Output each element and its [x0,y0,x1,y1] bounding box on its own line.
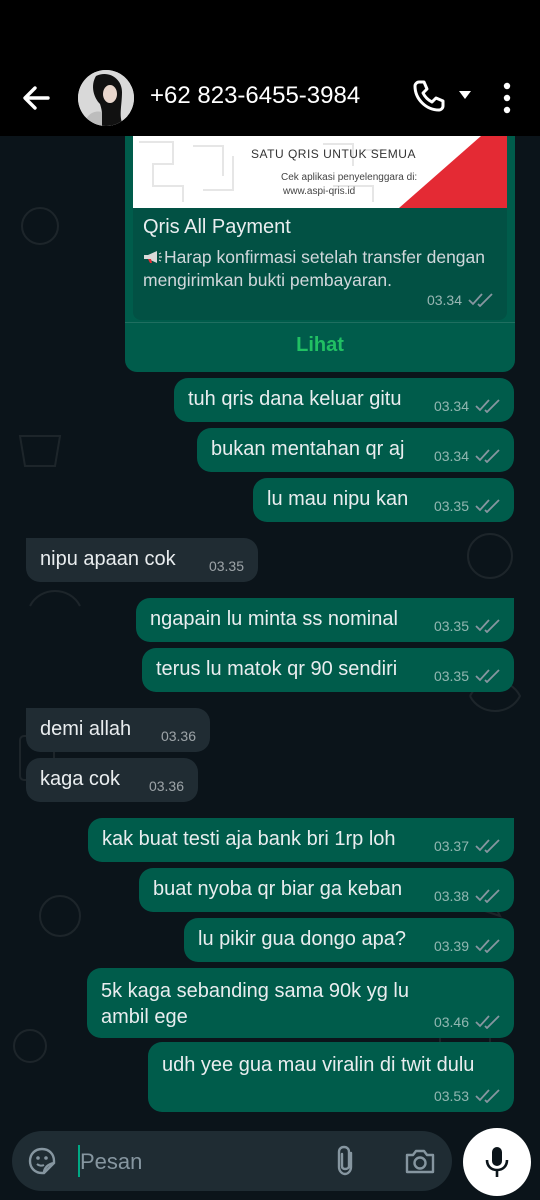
message-text: kak buat testi aja bank bri 1rp loh [102,828,396,850]
message-time: 03.34 [433,398,469,414]
voice-message-button[interactable] [463,1128,531,1196]
card-description-text: Harap konfirmasi setelah transfer dengan… [143,247,486,290]
message-time: 03.36 [160,728,196,744]
double-check-icon [475,939,500,953]
chat-header: +62 823-6455-3984 [0,60,540,136]
message-time: 03.36 [148,778,184,794]
message-meta: 03.46 [434,1014,500,1030]
message-bubble[interactable]: demi allah 03.36 [26,708,210,752]
card-description: Harap konfirmasi setelah transfer dengan… [143,246,499,292]
message-text: bukan mentahan qr aj [211,438,405,460]
link-preview[interactable]: SATU QRIS UNTUK SEMUA Cek aplikasi penye… [133,136,507,320]
view-link-button[interactable]: Lihat [125,334,515,357]
message-time: 03.35 [208,558,244,574]
message-time: 03.39 [433,938,469,954]
message-meta: 03.35 [434,498,500,514]
phone-call-icon[interactable] [412,79,446,113]
message-bubble[interactable]: udh yee gua mau viralin di twit dulu 03.… [148,1042,514,1112]
banner-red-shape [399,136,507,208]
message-text: lu mau nipu kan [267,488,409,510]
message-bubble[interactable]: bukan mentahan qr aj 03.34 [197,428,514,472]
chat-area[interactable]: SATU QRIS UNTUK SEMUA Cek aplikasi penye… [0,136,540,1126]
microphone-icon [485,1147,509,1177]
message-bubble[interactable]: 5k kaga sebanding sama 90k yg lu ambil e… [87,968,514,1038]
message-meta: 03.35 [209,558,244,574]
banner-line-2: www.aspi-qris.id [283,186,356,197]
chevron-down-icon[interactable] [458,90,472,100]
message-meta: 03.36 [161,728,196,744]
message-time: 03.34 [426,292,462,308]
double-check-icon [475,669,500,683]
message-time: 03.46 [433,1014,469,1030]
sticker-icon[interactable] [28,1147,56,1175]
qris-payment-card: SATU QRIS UNTUK SEMUA Cek aplikasi penye… [125,136,515,372]
message-bubble[interactable]: terus lu matok qr 90 sendiri 03.35 [142,648,514,692]
status-bar [0,0,540,60]
card-title: Qris All Payment [143,216,291,238]
divider [125,322,515,323]
message-meta: 03.39 [434,938,500,954]
qris-banner-image: SATU QRIS UNTUK SEMUA Cek aplikasi penye… [133,136,507,208]
double-check-icon [475,619,500,633]
double-check-icon [475,1089,500,1103]
message-time: 03.35 [433,668,469,684]
paperclip-icon[interactable] [334,1145,358,1177]
message-text: ngapain lu minta ss nominal [150,608,398,630]
input-placeholder: Pesan [80,1149,143,1174]
message-text: terus lu matok qr 90 sendiri [156,658,398,680]
message-bubble[interactable]: buat nyoba qr biar ga keban 03.38 [139,868,514,912]
message-text: lu pikir gua dongo apa? [198,928,406,950]
message-bubble[interactable]: ngapain lu minta ss nominal 03.35 [136,598,514,642]
message-text: tuh qris dana keluar gitu [188,388,402,410]
message-time: 03.35 [433,498,469,514]
message-meta: 03.35 [434,668,500,684]
message-meta: 03.53 [434,1088,500,1104]
message-composer: Pesan [0,1126,540,1200]
message-text: demi allah [40,718,132,740]
contact-avatar[interactable] [78,70,134,126]
message-text: kaga cok [40,768,121,790]
contact-name[interactable]: +62 823-6455-3984 [150,82,360,110]
message-time: 03.35 [433,618,469,634]
double-check-icon [475,449,500,463]
double-check-icon [475,499,500,513]
double-check-icon [475,399,500,413]
message-time: 03.34 [433,448,469,464]
camera-icon[interactable] [404,1146,436,1176]
message-time: 03.38 [433,888,469,904]
more-options-icon[interactable] [500,80,514,116]
message-time: 03.37 [433,838,469,854]
double-check-icon [468,293,493,307]
double-check-icon [475,1015,500,1029]
message-meta: 03.37 [434,838,500,854]
double-check-icon [475,839,500,853]
message-input[interactable]: Pesan [12,1131,452,1191]
message-text: buat nyoba qr biar ga keban [153,878,403,900]
message-text: udh yee gua mau viralin di twit dulu [162,1054,475,1076]
avatar-photo [78,70,134,126]
message-bubble[interactable]: lu pikir gua dongo apa? 03.39 [184,918,514,962]
message-bubble[interactable]: kak buat testi aja bank bri 1rp loh 03.3… [88,818,514,862]
message-meta: 03.34 [434,448,500,464]
message-meta: 03.36 [149,778,184,794]
back-arrow-icon[interactable] [18,80,54,116]
message-text: 5k kaga sebanding sama 90k yg lu ambil e… [101,980,409,1028]
message-text: nipu apaan cok [40,548,176,570]
message-bubble[interactable]: lu mau nipu kan 03.35 [253,478,514,522]
message-meta: 03.35 [434,618,500,634]
message-bubble[interactable]: nipu apaan cok 03.35 [26,538,258,582]
message-bubble[interactable]: kaga cok 03.36 [26,758,198,802]
megaphone-icon [144,251,162,263]
double-check-icon [475,889,500,903]
message-meta: 03.34 [434,398,500,414]
message-meta: 03.38 [434,888,500,904]
message-meta: 03.34 [427,292,493,308]
message-time: 03.53 [433,1088,469,1104]
message-bubble[interactable]: tuh qris dana keluar gitu 03.34 [174,378,514,422]
